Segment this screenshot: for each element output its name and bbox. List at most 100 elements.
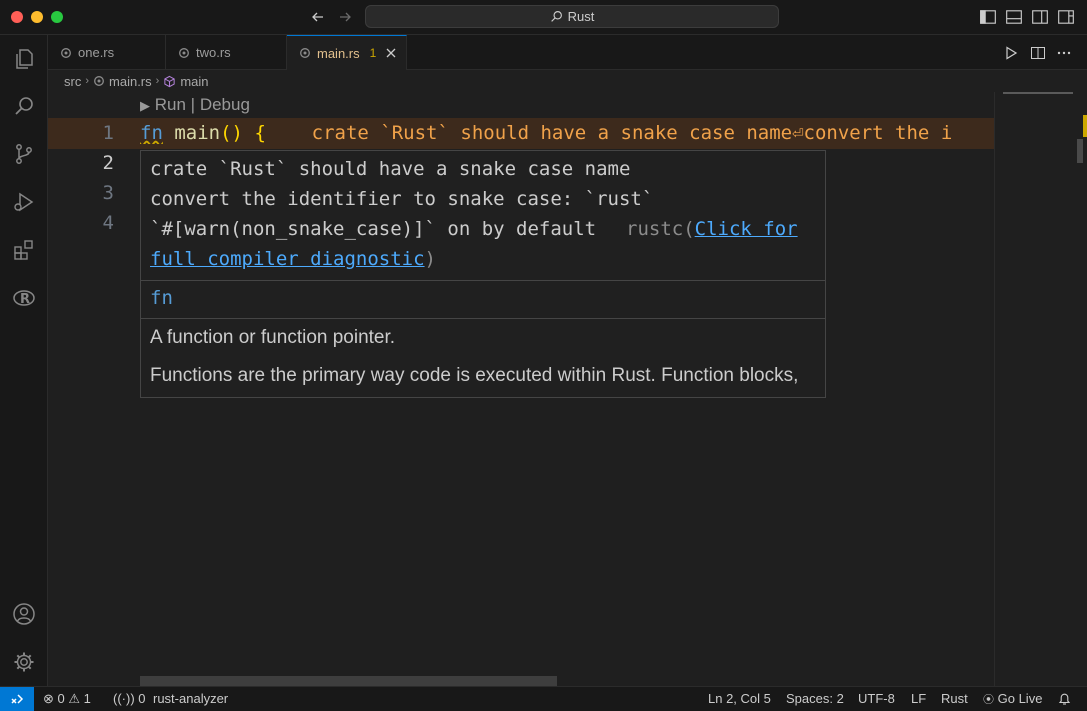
toggle-primary-sidebar-icon[interactable] [979,8,997,26]
line-number: 2 [102,152,114,174]
chevron-right-icon: › [155,75,160,87]
go-live-button[interactable]: ⦿ Go Live [983,691,1042,707]
rust-file-icon [94,76,104,86]
ports-count: 0 [138,691,146,706]
search-label: Rust [567,9,595,24]
vertical-scrollbar-thumb[interactable] [1077,139,1083,163]
back-arrow-icon[interactable] [310,9,326,25]
error-count: 0 [57,691,65,706]
title-bar: Rust [0,0,1087,35]
problem-count-badge: 1 [369,46,377,60]
hover-divider [141,318,825,319]
diagnostic-message-line: `#[warn(non_snake_case)]` on by default [150,218,597,240]
indentation-status[interactable]: Spaces: 2 [786,691,844,706]
run-file-icon[interactable] [1003,45,1019,61]
rust-file-icon [61,47,71,58]
minimap-border [994,92,995,686]
close-tab-icon[interactable] [386,48,396,58]
search-icon [550,11,562,22]
encoding-status[interactable]: UTF-8 [858,691,895,706]
maximize-window-button[interactable] [51,11,63,23]
search-view-icon[interactable] [12,94,36,118]
chevron-right-icon: › [85,75,90,87]
breadcrumb-file[interactable]: main.rs [109,74,152,89]
compiler-diagnostic-link[interactable]: Click for [695,218,798,240]
explorer-icon[interactable] [12,47,36,71]
hover-doc-line: Functions are the primary way code is ex… [150,365,799,386]
diagnostic-link-continued: full compiler diagnostic) [150,248,436,270]
code-line-1[interactable]: fn main() { crate `Rust` should have a s… [140,122,993,144]
horizontal-scrollbar-thumb[interactable] [140,676,557,686]
broadcast-icon: ((·)) [113,691,135,706]
remote-icon [11,694,24,704]
play-icon: ▶ [140,98,150,113]
toggle-panel-icon[interactable] [1005,8,1023,26]
run-debug-icon[interactable] [12,190,36,214]
codelens-run[interactable]: Run [155,95,186,114]
svg-text:R: R [20,292,30,307]
breadcrumb-symbol[interactable]: main [180,74,208,89]
close-window-button[interactable] [11,11,23,23]
diagnostic-message-line: crate `Rust` should have a snake case na… [150,158,631,180]
line-number: 1 [102,122,114,144]
source-control-icon[interactable] [12,142,36,166]
inline-diagnostic: crate `Rust` should have a snake case na… [311,122,953,144]
rust-file-icon [179,47,189,58]
tab-label: main.rs [317,45,360,61]
tab-two-rs[interactable]: two.rs [166,35,287,70]
diagnostic-source: rustc(Click for [626,218,798,240]
minimize-window-button[interactable] [31,11,43,23]
breadcrumb: src › main.rs › main [48,70,1087,92]
language-server-status[interactable]: rust-analyzer [153,691,228,706]
hover-popup: crate `Rust` should have a snake case na… [140,150,826,398]
cursor-position[interactable]: Ln 2, Col 5 [708,691,771,706]
code-keyword: fn [140,122,163,144]
command-center-search[interactable]: Rust [365,5,779,28]
code-brace: { [254,122,266,144]
toggle-secondary-sidebar-icon[interactable] [1031,8,1049,26]
ports-status[interactable]: ((·)) 0 [113,691,146,706]
warning-count: 1 [83,691,91,706]
tab-main-rs[interactable]: main.rs 1 [287,35,407,70]
settings-gear-icon[interactable] [12,650,36,674]
problems-status[interactable]: ⊗ 0 ⚠ 1 [43,691,91,707]
hover-doc-line: A function or function pointer. [150,327,396,348]
language-mode[interactable]: Rust [941,691,968,706]
line-number: 3 [102,182,114,204]
codelens-debug[interactable]: Debug [200,95,250,114]
notifications-bell-icon[interactable] [1058,692,1071,706]
close-paren: ) [424,248,436,270]
hover-keyword: fn [150,287,173,309]
more-actions-icon[interactable] [1056,45,1072,61]
diagnostic-message-line: convert the identifier to snake case: `r… [150,188,654,210]
minimap[interactable] [1003,92,1073,94]
error-icon: ⊗ [43,691,54,706]
scrollbar-warning-marker [1083,115,1087,137]
tab-one-rs[interactable]: one.rs [48,35,166,70]
method-cube-icon [164,75,175,87]
rust-extension-icon[interactable]: R [12,286,36,310]
warning-icon: ⚠ [68,691,81,706]
broadcast-icon: ⦿ [983,694,994,706]
compiler-diagnostic-link[interactable]: full compiler diagnostic [150,248,425,270]
tab-label: two.rs [196,45,231,60]
codelens: ▶ Run | Debug [140,95,250,115]
line-number: 4 [102,212,114,234]
code-parens: () [220,122,243,144]
breadcrumb-folder[interactable]: src [64,74,81,89]
go-live-label: Go Live [997,691,1043,706]
hover-divider [141,280,825,281]
codelens-separator: | [190,95,196,114]
extensions-icon[interactable] [12,238,36,262]
accounts-icon[interactable] [12,602,36,626]
forward-arrow-icon[interactable] [337,9,353,25]
tab-label: one.rs [78,45,115,60]
code-function-name: main [174,122,221,144]
eol-status[interactable]: LF [911,691,926,706]
editor-tab-bar: one.rs two.rs main.rs 1 [48,35,1087,70]
customize-layout-icon[interactable] [1057,8,1075,26]
remote-indicator[interactable] [0,687,34,711]
status-bar: ⊗ 0 ⚠ 1 ((·)) 0 rust-analyzer Ln 2, Col … [0,686,1087,711]
activity-bar: R [0,35,48,686]
split-editor-icon[interactable] [1030,45,1046,61]
